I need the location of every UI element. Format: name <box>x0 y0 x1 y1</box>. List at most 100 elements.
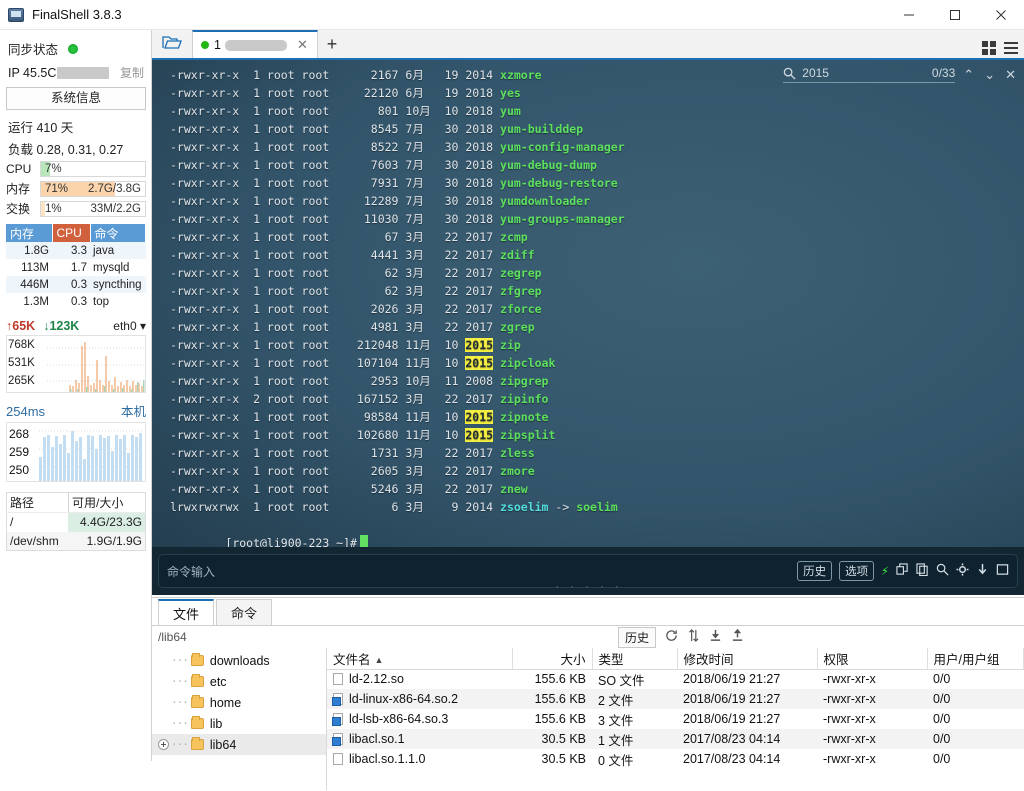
file-row[interactable]: libacl.so.1.1.0 30.5 KB 0 文件 2017/08/23 04:… <box>327 749 1024 769</box>
process-row[interactable]: 1.3M 0.3 top <box>6 293 146 310</box>
command-history-button[interactable]: 历史 <box>797 561 833 581</box>
bottom-tab-strip: 文件 命令 <box>152 598 1024 626</box>
terminal-output[interactable]: 2015 0/33 ⌃ ⌄ ✕ -rwxr-xr-x 1 root root 2… <box>152 60 1024 595</box>
minimize-button[interactable] <box>886 0 932 30</box>
disk-row[interactable]: /dev/shm 1.9G/1.9G <box>6 531 146 551</box>
cpu-meter-bar: 7% <box>40 161 146 177</box>
file-row[interactable]: ld-lsb-x86-64.so.3 155.6 KB 3 文件 2018/06/19… <box>327 709 1024 729</box>
copy-icon[interactable] <box>916 563 929 579</box>
grid-view-icon[interactable] <box>982 41 996 58</box>
download-icon[interactable] <box>709 629 722 645</box>
bolt-icon[interactable]: ⚡ <box>881 565 889 578</box>
file-row[interactable]: ld-2.12.so 155.6 KB SO 文件 2018/06/19 21:27 -… <box>327 669 1024 689</box>
file-permissions: -rwxr-xr-x <box>823 752 876 766</box>
file-type: SO 文件 <box>598 673 645 688</box>
system-info-sidebar: 同步状态 IP 45.5C 复制 系统信息 运行 410 天 负载 0.28, … <box>0 30 152 761</box>
split-icon[interactable] <box>896 563 909 579</box>
terminal-line: -rwxr-xr-x 1 root root 5246 3月 22 2017 z… <box>170 482 528 496</box>
gear-icon[interactable] <box>956 563 969 579</box>
terminal-line: -rwxr-xr-x 1 root root 1731 3月 22 2017 z… <box>170 446 535 460</box>
process-row[interactable]: 113M 1.7 mysqld <box>6 259 146 276</box>
window-icon[interactable] <box>996 563 1009 579</box>
network-upload: ↑65K <box>6 319 36 333</box>
close-button[interactable] <box>978 0 1024 30</box>
process-memory: 446M <box>6 276 52 293</box>
terminal-line: -rwxr-xr-x 1 root root 67 3月 22 2017 zcm… <box>170 230 528 244</box>
disk-row[interactable]: / 4.4G/23.3G <box>7 512 146 532</box>
ip-masked-region <box>57 66 110 79</box>
disk-path: / <box>10 515 14 530</box>
title-bar: FinalShell 3.8.3 <box>0 0 1024 30</box>
search-close-icon[interactable]: ✕ <box>1003 67 1018 83</box>
sync-status-indicator-icon <box>68 43 79 54</box>
col-mtime[interactable]: 修改时间 <box>677 648 818 670</box>
open-folder-icon[interactable] <box>152 28 192 58</box>
refresh-icon[interactable] <box>665 629 678 645</box>
tree-node-lib[interactable]: ··· lib <box>152 713 326 734</box>
col-size[interactable]: 大小 <box>512 648 593 670</box>
process-cpu: 0.3 <box>52 293 90 310</box>
cpu-meter-percent: 7% <box>45 163 62 175</box>
terminal-line: -rwxr-xr-x 1 root root 2953 10月 11 2008 … <box>170 374 549 388</box>
upload-icon[interactable] <box>731 628 744 645</box>
network-interface-selector[interactable]: eth0 ▾ <box>113 319 146 333</box>
terminal-line: -rwxr-xr-x 1 root root 2026 3月 22 2017 z… <box>170 302 542 316</box>
new-tab-button[interactable]: + <box>318 30 346 58</box>
tree-node-lib64[interactable]: ··· lib64 <box>152 734 326 755</box>
col-filename[interactable]: 文件名 ▲ <box>327 648 513 670</box>
file-mtime: 2017/08/23 04:14 <box>677 729 817 749</box>
disk-col-free: 可用/大小 <box>67 492 146 513</box>
current-path[interactable]: /lib64 <box>158 630 187 644</box>
network-chart-y-labels: 768K 531K 265K <box>8 336 35 390</box>
tab-files[interactable]: 文件 <box>158 599 214 625</box>
tab-commands[interactable]: 命令 <box>216 599 272 625</box>
col-owner-group[interactable]: 用户/用户组 <box>927 648 1024 670</box>
file-name: ld-linux-x86-64.so.2 <box>327 689 512 709</box>
file-size: 155.6 KB <box>512 689 592 709</box>
process-memory-value: 1.3M <box>23 295 49 308</box>
list-view-icon[interactable] <box>1004 41 1018 58</box>
process-col-command[interactable]: 命令 <box>90 224 146 242</box>
file-row[interactable]: ld-linux-x86-64.so.2 155.6 KB 2 文件 2018/06/… <box>327 689 1024 709</box>
process-row[interactable]: 1.8G 3.3 java <box>6 242 146 259</box>
file-path-row: /lib64 历史 <box>152 626 1024 648</box>
panel-resize-grip[interactable]: · · · · · <box>555 583 622 593</box>
process-memory-value: 1.8G <box>24 244 49 257</box>
process-col-memory[interactable]: 内存 <box>6 224 53 242</box>
download-icon[interactable] <box>976 563 989 579</box>
tree-node-label: downloads <box>209 653 270 668</box>
swap-meter-percent: 1% <box>45 202 62 215</box>
col-permissions[interactable]: 权限 <box>817 648 928 670</box>
tree-node-etc[interactable]: ··· etc <box>152 671 326 692</box>
expand-icon[interactable] <box>158 739 169 750</box>
cpu-meter-row: CPU 7% <box>6 161 146 177</box>
tree-node-home[interactable]: ··· home <box>152 692 326 713</box>
copy-ip-button[interactable]: 复制 <box>120 64 144 81</box>
terminal-search-field[interactable]: 2015 0/33 <box>783 66 956 83</box>
search-icon[interactable] <box>936 563 949 579</box>
file-row[interactable]: libacl.so.1 30.5 KB 1 文件 2017/08/23 04:14 -r… <box>327 729 1024 749</box>
file-size: 30.5 KB <box>512 729 592 749</box>
col-type[interactable]: 类型 <box>592 648 678 670</box>
swap-meter-row: 交换 1% 33M/2.2G <box>6 200 146 217</box>
process-col-cpu[interactable]: CPU <box>52 224 91 242</box>
terminal-line: -rwxr-xr-x 1 root root 7931 7月 30 2018 y… <box>170 176 618 190</box>
process-row[interactable]: 446M 0.3 syncthing <box>6 276 146 293</box>
memory-meter-label: 内存 <box>6 182 31 196</box>
search-next-icon[interactable]: ⌄ <box>982 67 997 83</box>
search-prev-icon[interactable]: ⌃ <box>961 67 976 83</box>
session-tab-1[interactable]: 1 ✕ <box>192 30 318 58</box>
network-upload-value: 65K <box>12 319 36 333</box>
system-info-button[interactable]: 系统信息 <box>6 87 146 110</box>
command-input-bar: 命令输入 历史 选项 ⚡ · · · · · <box>152 547 1024 595</box>
tree-node-downloads[interactable]: ··· downloads <box>152 650 326 671</box>
command-options-button[interactable]: 选项 <box>839 561 875 581</box>
file-history-button[interactable]: 历史 <box>617 626 656 648</box>
maximize-button[interactable] <box>932 0 978 30</box>
file-type: 0 文件 <box>598 753 634 768</box>
process-table-header: 内存 CPU 命令 <box>6 224 146 242</box>
latency-host-label[interactable]: 本机 <box>121 401 146 420</box>
network-download-value: 123K <box>49 319 80 333</box>
tab-close-icon[interactable]: ✕ <box>297 37 308 53</box>
transfer-icon[interactable] <box>687 629 700 645</box>
